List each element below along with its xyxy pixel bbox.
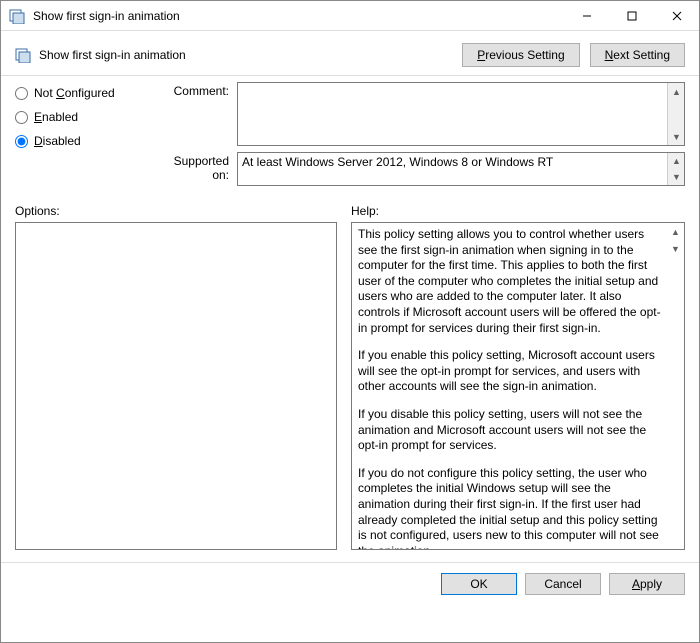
config-section: Not Configured Enabled Disabled Comment:… [1, 75, 699, 194]
window-title: Show first sign-in animation [33, 9, 564, 23]
help-panel: This policy setting allows you to contro… [351, 222, 685, 550]
scroll-up-icon[interactable]: ▲ [668, 153, 685, 169]
minimize-button[interactable] [564, 1, 609, 31]
comment-scrollbar[interactable]: ▲ ▼ [667, 83, 684, 145]
panel-headers: Options: Help: [1, 194, 699, 222]
fields-column: Comment: ▲ ▼ Supported on: At least Wind… [159, 82, 685, 192]
comment-label: Comment: [159, 82, 237, 98]
enabled-radio[interactable] [15, 111, 28, 124]
supported-on-label: Supported on: [159, 152, 237, 182]
scroll-up-icon[interactable]: ▲ [667, 223, 684, 240]
scroll-down-icon[interactable]: ▼ [667, 240, 684, 257]
options-label: Options: [15, 204, 337, 218]
dialog-buttons: OK Cancel Apply [1, 562, 699, 605]
disabled-label: Disabled [34, 134, 81, 148]
app-icon [9, 8, 25, 24]
header-row: Show first sign-in animation Previous Se… [1, 31, 699, 75]
not-configured-label: Not Configured [34, 86, 115, 100]
next-setting-button[interactable]: Next Setting [590, 43, 685, 67]
state-radio-group: Not Configured Enabled Disabled [15, 82, 145, 192]
policy-icon [15, 47, 31, 63]
help-text: This policy setting allows you to contro… [352, 223, 667, 549]
policy-title: Show first sign-in animation [39, 48, 452, 62]
cancel-button[interactable]: Cancel [525, 573, 601, 595]
panels-row: This policy setting allows you to contro… [1, 222, 699, 550]
maximize-button[interactable] [609, 1, 654, 31]
apply-button[interactable]: Apply [609, 573, 685, 595]
close-button[interactable] [654, 1, 699, 31]
help-scrollbar[interactable]: ▲ ▼ [667, 223, 684, 549]
options-panel [15, 222, 337, 550]
scroll-up-icon[interactable]: ▲ [668, 83, 685, 100]
enabled-label: Enabled [34, 110, 78, 124]
ok-button[interactable]: OK [441, 573, 517, 595]
previous-setting-button[interactable]: Previous Setting [462, 43, 579, 67]
help-label: Help: [351, 204, 379, 218]
title-bar: Show first sign-in animation [1, 1, 699, 31]
comment-input[interactable]: ▲ ▼ [237, 82, 685, 146]
supported-on-box: At least Windows Server 2012, Windows 8 … [237, 152, 685, 186]
not-configured-radio[interactable] [15, 87, 28, 100]
scroll-down-icon[interactable]: ▼ [668, 128, 685, 145]
disabled-radio[interactable] [15, 135, 28, 148]
supported-scrollbar[interactable]: ▲ ▼ [667, 153, 684, 185]
scroll-down-icon[interactable]: ▼ [668, 169, 685, 185]
